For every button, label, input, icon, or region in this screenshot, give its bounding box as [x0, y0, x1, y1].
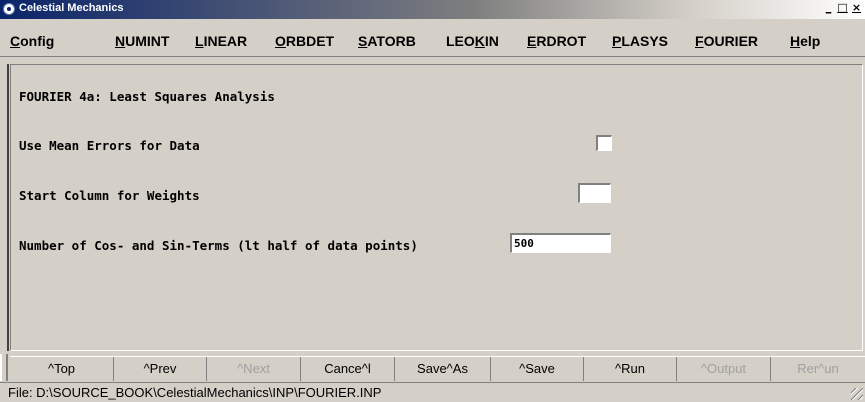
file-path-text: File: D:\SOURCE_BOOK\CelestialMechanics\… [8, 385, 382, 400]
start-column-label: Start Column for Weights [19, 188, 200, 203]
form-panel: FOURIER 4a: Least Squares Analysis Use M… [7, 64, 863, 351]
output-button[interactable]: ^Output [677, 357, 771, 381]
menu-satorb[interactable]: SATORB [358, 33, 416, 49]
menu-fourier[interactable]: FOURIER [695, 33, 758, 49]
save-as-button[interactable]: Save^As [395, 357, 491, 381]
rerun-button[interactable]: Rer^un [771, 357, 865, 381]
minimize-icon[interactable]: _ [822, 2, 835, 15]
num-terms-input[interactable]: 500 [510, 233, 611, 253]
app-icon[interactable] [3, 3, 15, 15]
menu-orbdet[interactable]: ORBDET [275, 33, 334, 49]
start-column-input[interactable] [578, 183, 611, 203]
menu-plasys[interactable]: PLASYS [612, 33, 668, 49]
menu-numint[interactable]: NUMINT [115, 33, 169, 49]
button-bar: ^Top ^Prev ^Next Cance^l Save^As ^Save ^… [10, 356, 865, 382]
resize-grip-icon[interactable] [851, 388, 863, 400]
next-button[interactable]: ^Next [207, 357, 301, 381]
window-title: Celestial Mechanics [19, 2, 124, 14]
num-terms-label: Number of Cos- and Sin-Terms (lt half of… [19, 238, 418, 253]
use-mean-errors-checkbox[interactable] [596, 135, 612, 151]
title-bar[interactable]: Celestial Mechanics _ □ × [0, 0, 865, 19]
run-button[interactable]: ^Run [584, 357, 677, 381]
save-button[interactable]: ^Save [491, 357, 584, 381]
cancel-button[interactable]: Cance^l [301, 357, 395, 381]
panel-edge [1, 64, 9, 351]
status-bar: File: D:\SOURCE_BOOK\CelestialMechanics\… [0, 382, 865, 402]
menu-linear[interactable]: LINEAR [195, 33, 247, 49]
maximize-icon[interactable]: □ [836, 2, 849, 15]
close-icon[interactable]: × [850, 2, 863, 15]
toolbar-grip[interactable] [0, 354, 8, 381]
form-heading: FOURIER 4a: Least Squares Analysis [19, 89, 275, 104]
window-controls: _ □ × [822, 2, 863, 15]
use-mean-errors-label: Use Mean Errors for Data [19, 138, 200, 153]
top-button[interactable]: ^Top [10, 357, 114, 381]
menu-config[interactable]: Config [10, 33, 54, 49]
prev-button[interactable]: ^Prev [114, 357, 207, 381]
menu-leokin[interactable]: LEOKIN [446, 33, 499, 49]
menu-help[interactable]: Help [790, 33, 820, 49]
menu-bar: Config NUMINT LINEAR ORBDET SATORB LEOKI… [0, 26, 865, 57]
menu-erdrot[interactable]: ERDROT [527, 33, 586, 49]
